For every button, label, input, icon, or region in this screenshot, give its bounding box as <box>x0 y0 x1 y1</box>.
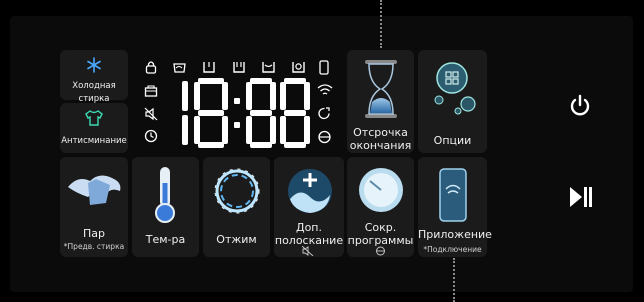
guide-line-bottom <box>453 258 455 302</box>
cold-wash-button[interactable]: Холодная стирка <box>60 50 128 104</box>
smartphone-icon <box>439 168 467 222</box>
wash-icon <box>203 62 215 73</box>
prewash-icon <box>173 63 186 73</box>
app-button[interactable]: Приложение *Подключение <box>418 157 492 257</box>
steam-shirt-icon <box>68 175 121 205</box>
time-display <box>182 78 310 148</box>
eco-icon <box>318 130 331 144</box>
steam-sub-label: *Предв. стирка <box>63 242 125 251</box>
rinse-icon <box>233 62 245 73</box>
eco-small-icon <box>376 246 385 256</box>
anti-crease-label: Антисминание <box>61 136 127 146</box>
app-sub-label: *Подключение <box>423 245 482 254</box>
delay-end-label: Отсрочка окончания <box>349 126 412 152</box>
bubbles-icon <box>434 62 476 115</box>
start-pause-icon[interactable] <box>568 185 594 209</box>
extra-rinse-button[interactable]: Доп. полоскание <box>274 157 344 257</box>
anti-crease-button[interactable]: Антисминание <box>60 103 128 153</box>
hourglass-icon <box>365 60 397 118</box>
timer-icon <box>144 129 158 143</box>
lock-icon <box>145 61 157 74</box>
detergent-icon <box>144 85 158 97</box>
delay-end-button[interactable]: Отсрочка окончания <box>347 50 414 153</box>
spin-label: Отжим <box>216 233 257 246</box>
temperature-label: Тем-ра <box>145 233 186 246</box>
guide-line-top <box>380 0 382 48</box>
short-programs-button[interactable]: Сокр. программы <box>347 157 414 257</box>
steam-button[interactable]: Пар *Предв. стирка <box>60 157 128 257</box>
spin-swirl-icon <box>214 168 260 214</box>
app-label: Приложение <box>418 228 492 241</box>
temperature-button[interactable]: Тем-ра <box>132 157 199 257</box>
spin-icon <box>262 62 275 73</box>
options-label: Опции <box>433 134 472 147</box>
phone-icon <box>319 60 329 75</box>
mute-small-icon <box>302 246 314 256</box>
steam-label: Пар <box>83 227 105 240</box>
extra-rinse-label: Доп. полоскание <box>274 221 344 247</box>
wifi-icon <box>317 84 333 95</box>
short-programs-label: Сокр. программы <box>347 221 414 247</box>
water-plus-icon <box>288 169 332 213</box>
smart-control-icon <box>318 107 330 120</box>
thermometer-icon <box>155 167 175 223</box>
mute-icon <box>144 107 158 121</box>
shirt-icon <box>85 110 103 126</box>
snowflake-icon <box>87 57 101 73</box>
options-button[interactable]: Опции <box>418 50 487 153</box>
spin-button[interactable]: Отжим <box>203 157 270 257</box>
clock-dial-icon <box>359 168 403 212</box>
drum-icon <box>292 62 305 73</box>
power-icon[interactable] <box>568 94 592 118</box>
